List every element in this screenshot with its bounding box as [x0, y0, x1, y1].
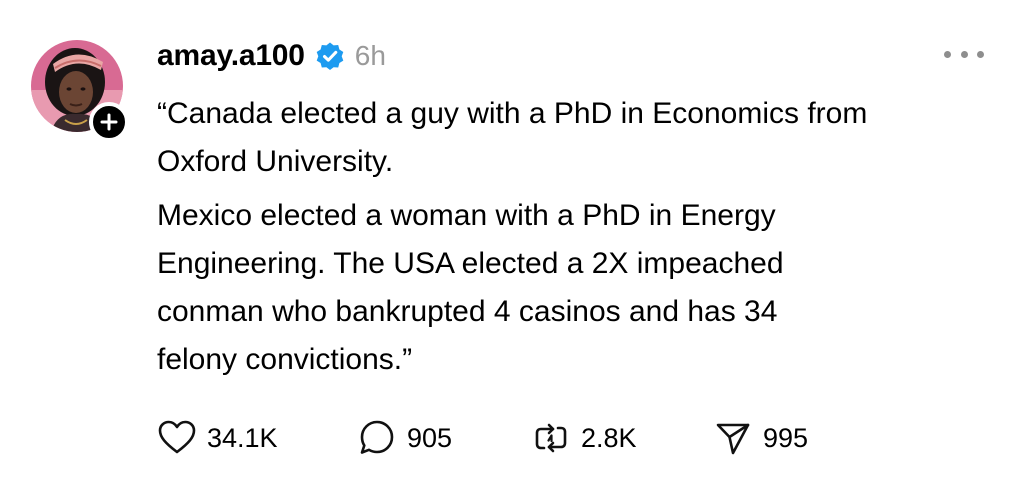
- like-button[interactable]: 34.1K: [157, 418, 357, 458]
- post-body: “Canada elected a guy with a PhD in Econ…: [157, 90, 1007, 390]
- post-paragraph: “Canada elected a guy with a PhD in Econ…: [157, 97, 868, 178]
- reply-count: 905: [407, 422, 453, 453]
- share-icon: [716, 423, 750, 455]
- verified-badge-icon: [315, 41, 345, 71]
- more-options-button[interactable]: [944, 44, 984, 64]
- more-icon: [960, 50, 968, 58]
- heart-icon: [158, 420, 196, 454]
- repost-icon: [535, 423, 567, 453]
- follow-button[interactable]: [89, 102, 129, 142]
- comment-icon: [360, 420, 394, 454]
- reply-button[interactable]: 905: [357, 418, 531, 458]
- repost-button[interactable]: 2.8K: [531, 418, 713, 458]
- username[interactable]: amay.a100: [157, 39, 305, 73]
- post-time: 6h: [354, 40, 386, 71]
- share-button[interactable]: 995: [713, 418, 808, 458]
- like-count: 34.1K: [207, 422, 278, 453]
- plus-icon: [100, 113, 118, 131]
- share-count: 995: [763, 422, 809, 453]
- avatar-container[interactable]: [31, 40, 129, 142]
- more-icon: [977, 50, 984, 58]
- action-bar: 34.1K 905 2.8K 995: [157, 418, 808, 458]
- post-header: amay.a100 6h: [157, 36, 386, 76]
- repost-count: 2.8K: [581, 422, 637, 453]
- post-paragraph: Mexico elected a woman with a PhD in Ene…: [157, 199, 784, 376]
- more-icon: [944, 50, 951, 58]
